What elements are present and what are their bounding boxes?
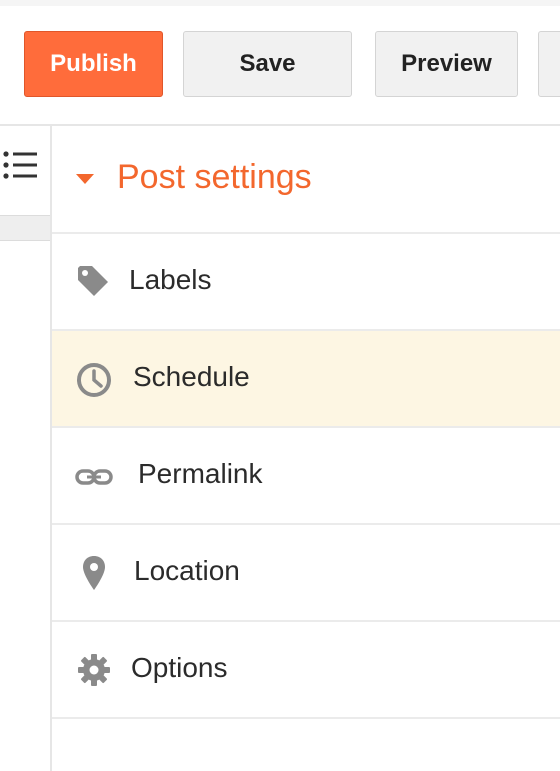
settings-item-options[interactable]: Options [52, 622, 560, 719]
post-settings-panel: Post settings Labels Schedule Permalink … [52, 126, 560, 771]
settings-item-location[interactable]: Location [52, 525, 560, 622]
caret-down-icon [76, 174, 94, 184]
gear-icon [78, 654, 110, 686]
left-column-band [0, 215, 50, 241]
tag-icon [78, 266, 108, 296]
settings-item-label: Options [131, 652, 228, 683]
more-button[interactable] [538, 31, 560, 97]
settings-item-label: Location [134, 555, 240, 586]
settings-item-label: Permalink [138, 458, 263, 489]
clock-icon [77, 363, 111, 397]
location-pin-icon [83, 556, 105, 590]
list-view-icon[interactable] [2, 146, 38, 186]
preview-button[interactable]: Preview [375, 31, 518, 97]
left-column [0, 126, 50, 771]
editor-toolbar: Publish Save Preview [0, 6, 560, 126]
settings-item-permalink[interactable]: Permalink [52, 428, 560, 525]
settings-item-label: Schedule [133, 361, 250, 392]
settings-item-label: Labels [129, 264, 212, 295]
post-settings-header[interactable]: Post settings [52, 126, 560, 234]
settings-item-labels[interactable]: Labels [52, 234, 560, 331]
panel-title: Post settings [117, 158, 312, 196]
settings-item-schedule[interactable]: Schedule [52, 331, 560, 428]
publish-button[interactable]: Publish [24, 31, 163, 97]
link-icon [75, 469, 113, 485]
save-button[interactable]: Save [183, 31, 352, 97]
